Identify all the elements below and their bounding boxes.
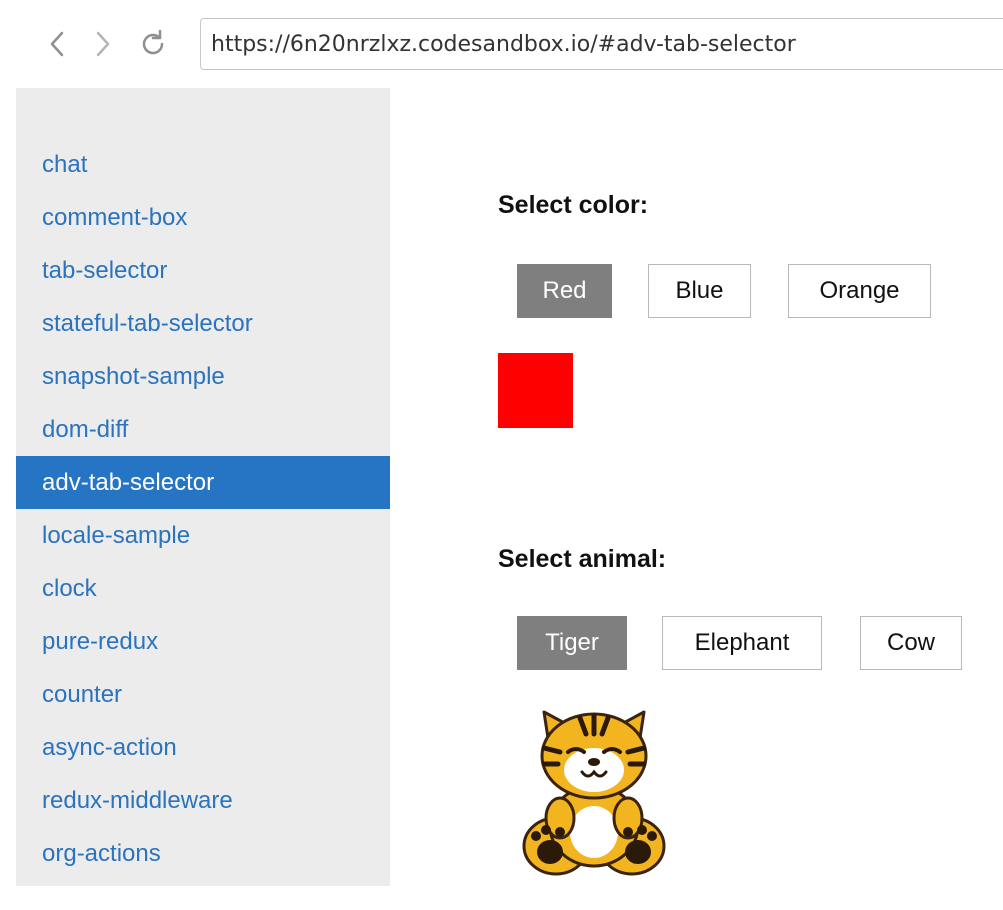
tab-red[interactable]: Red (517, 264, 612, 318)
sidebar-item-org-actions[interactable]: org-actions (16, 827, 390, 880)
sidebar-nav: chat comment-box tab-selector stateful-tab-… (16, 138, 390, 880)
sidebar-item-async-action[interactable]: async-action (16, 721, 390, 774)
sidebar-item-clock[interactable]: clock (16, 562, 390, 615)
sidebar-item-adv-tab-selector[interactable]: adv-tab-selector (16, 456, 390, 509)
sidebar-item-snapshot-sample[interactable]: snapshot-sample (16, 350, 390, 403)
address-bar[interactable]: https://6n20nrzlxz.codesandbox.io/#adv-t… (200, 18, 1003, 70)
reload-icon (142, 29, 164, 55)
sidebar-item-redux-middleware[interactable]: redux-middleware (16, 774, 390, 827)
url-text: https://6n20nrzlxz.codesandbox.io/#adv-t… (211, 31, 796, 57)
chevron-right-icon (96, 31, 110, 57)
sidebar: chat comment-box tab-selector stateful-tab-… (16, 88, 390, 886)
sidebar-item-locale-sample[interactable]: locale-sample (16, 509, 390, 562)
reload-button[interactable] (136, 24, 170, 64)
sidebar-item-counter[interactable]: counter (16, 668, 390, 721)
tiger-illustration (522, 710, 666, 876)
browser-toolbar: https://6n20nrzlxz.codesandbox.io/#adv-t… (0, 0, 1003, 88)
animal-section-title: Select animal: (498, 545, 667, 573)
sidebar-item-dom-diff[interactable]: dom-diff (16, 403, 390, 456)
forward-button[interactable] (86, 24, 120, 64)
back-button[interactable] (40, 24, 74, 64)
sidebar-item-chat[interactable]: chat (16, 138, 390, 191)
tab-tiger[interactable]: Tiger (517, 616, 627, 670)
color-section-title: Select color: (498, 191, 649, 219)
tab-cow[interactable]: Cow (860, 616, 962, 670)
tab-orange[interactable]: Orange (788, 264, 931, 318)
tab-blue[interactable]: Blue (648, 264, 751, 318)
main-content: Select color: Red Blue Orange Select ani… (390, 88, 1003, 910)
chevron-left-icon (50, 31, 64, 57)
color-swatch (498, 353, 573, 428)
sidebar-item-tab-selector[interactable]: tab-selector (16, 244, 390, 297)
sidebar-item-stateful-tab-selector[interactable]: stateful-tab-selector (16, 297, 390, 350)
sidebar-item-comment-box[interactable]: comment-box (16, 191, 390, 244)
sidebar-item-pure-redux[interactable]: pure-redux (16, 615, 390, 668)
tab-elephant[interactable]: Elephant (662, 616, 822, 670)
